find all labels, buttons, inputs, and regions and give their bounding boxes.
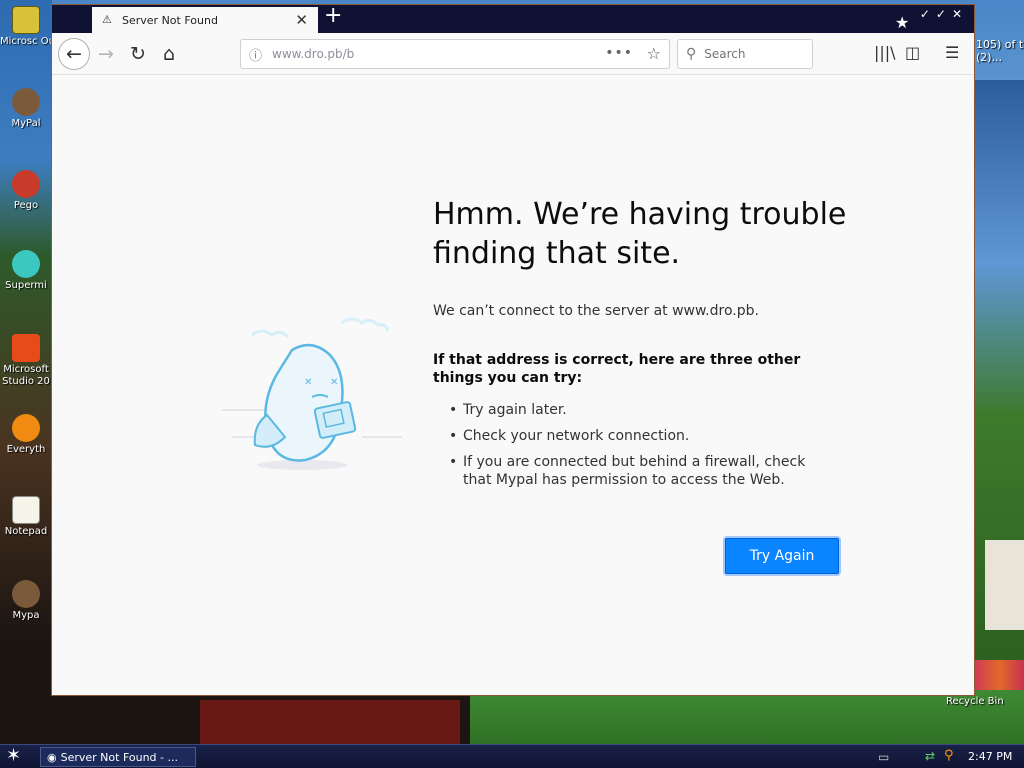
url-bar[interactable]: ⓘ ••• ☆: [240, 39, 670, 69]
start-button[interactable]: ✶: [6, 745, 21, 766]
back-button[interactable]: ←: [58, 38, 90, 70]
recycle-bin-label[interactable]: Recycle Bin: [946, 696, 1004, 707]
mypal-icon: ◉: [47, 750, 57, 764]
list-item: Check your network connection.: [433, 427, 833, 445]
desktop-icon-mypal-2[interactable]: Mypa: [0, 580, 52, 621]
mypal-icon: [12, 88, 40, 116]
info-icon[interactable]: ⓘ: [249, 45, 262, 64]
desktop-icon-right-label[interactable]: 105) of t (2)...: [976, 38, 1024, 64]
desktop-icon-outlook[interactable]: Microsc Outloo: [0, 6, 52, 48]
error-illustration: ✕ ✕: [222, 317, 402, 470]
star-icon: ★: [895, 13, 910, 32]
desktop-icon-everything[interactable]: Everyth: [0, 414, 52, 455]
reload-button[interactable]: ↻: [122, 38, 154, 70]
close-tab-icon[interactable]: ✕: [295, 11, 308, 29]
keyboard-icon[interactable]: ▭: [878, 750, 889, 764]
forward-button[interactable]: →: [90, 38, 122, 70]
tab-bar: ⚠ Server Not Found ✕ + ★ ✓✓✕: [52, 4, 974, 33]
desktop-icon-supermium[interactable]: Supermi: [0, 250, 52, 291]
svg-text:✕: ✕: [304, 377, 312, 388]
desktop-wallpaper-house: [985, 540, 1024, 630]
menu-icon[interactable]: ☰: [945, 43, 959, 62]
supermium-icon: [12, 250, 40, 278]
error-description: We can’t connect to the server at www.dr…: [433, 303, 759, 319]
error-page: ✕ ✕ Hmm. We’re having trouble finding th…: [52, 75, 974, 695]
new-tab-button[interactable]: +: [324, 4, 342, 28]
library-icon[interactable]: |||\: [874, 43, 896, 62]
visual-studio-icon: [12, 334, 40, 362]
error-title: Hmm. We’re having trouble finding that s…: [433, 197, 847, 271]
desktop-icon-notepad[interactable]: Notepad: [0, 496, 52, 537]
search-bar[interactable]: ⚲: [677, 39, 813, 69]
taskbar: ✶ ◉ Server Not Found - ... ▭ ⇄ ⚲ 2:47 PM: [0, 744, 1024, 768]
search-input[interactable]: [704, 47, 795, 61]
desktop-icon-pego[interactable]: Pego: [0, 170, 52, 211]
try-again-button[interactable]: Try Again: [725, 538, 839, 574]
bookmark-star-icon[interactable]: ☆: [647, 44, 661, 63]
page-actions-icon[interactable]: •••: [605, 45, 633, 61]
navigation-toolbar: ← → ↻ ⌂ ⓘ ••• ☆ ⚲ |||\ ◫ ☰: [52, 33, 974, 75]
suggestion-heading: If that address is correct, here are thr…: [433, 352, 801, 386]
mypal-icon: [12, 580, 40, 608]
desktop-wallpaper-lawn: [470, 690, 1024, 750]
list-item: If you are connected but behind a firewa…: [433, 453, 833, 489]
sidebar-icon[interactable]: ◫: [905, 43, 920, 62]
outlook-icon: [12, 6, 40, 34]
tab-title: Server Not Found: [122, 13, 218, 27]
everything-icon: [12, 414, 40, 442]
desktop-wallpaper-red: [200, 700, 460, 750]
desktop-icon-mypal[interactable]: MyPal: [0, 88, 52, 129]
taskbar-item-browser[interactable]: ◉ Server Not Found - ...: [40, 747, 196, 767]
clock[interactable]: 2:47 PM: [968, 750, 1012, 763]
window-controls[interactable]: ✓✓✕: [920, 7, 968, 21]
search-tray-icon[interactable]: ⚲: [944, 748, 954, 763]
suggestion-list: Try again later. Check your network conn…: [433, 401, 833, 497]
list-item: Try again later.: [433, 401, 833, 419]
desktop-wallpaper-flowers: [975, 660, 1024, 690]
network-icon[interactable]: ⇄: [925, 749, 935, 763]
url-input[interactable]: [272, 47, 593, 61]
taskbar-item-label: Server Not Found - ...: [60, 750, 178, 764]
notepad-icon: [12, 496, 40, 524]
search-icon: ⚲: [686, 46, 697, 62]
tab-server-not-found[interactable]: ⚠ Server Not Found ✕: [92, 7, 318, 33]
warning-icon: ⚠: [102, 13, 112, 26]
home-button[interactable]: ⌂: [153, 38, 185, 70]
desktop-icon-visual-studio[interactable]: Microsoft Studio 20: [0, 334, 52, 388]
svg-text:✕: ✕: [330, 377, 338, 388]
browser-window: ⚠ Server Not Found ✕ + ★ ✓✓✕ ← → ↻ ⌂ ⓘ •…: [51, 4, 975, 696]
pego-icon: [12, 170, 40, 198]
